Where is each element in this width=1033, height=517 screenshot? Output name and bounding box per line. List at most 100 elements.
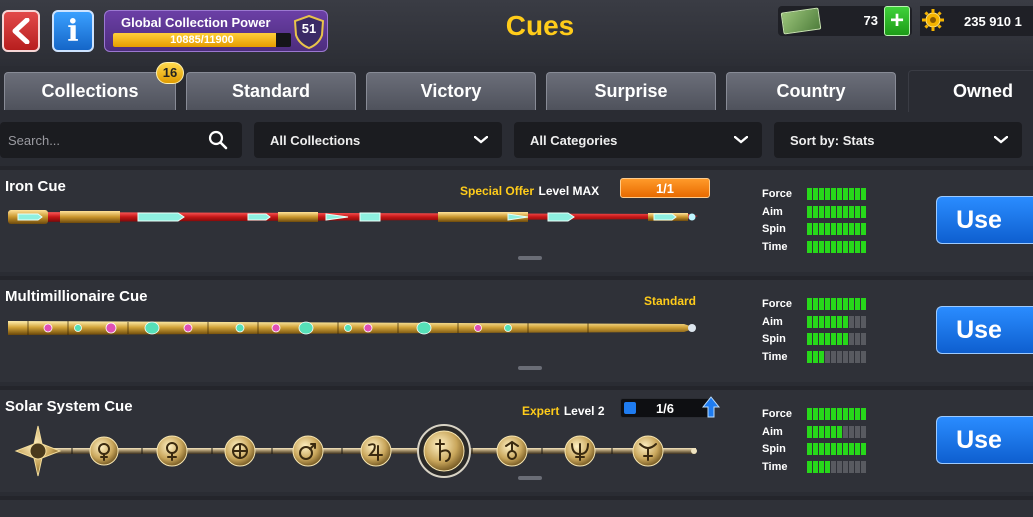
search-input[interactable] — [8, 130, 198, 150]
stat-segment — [813, 350, 818, 363]
use-button[interactable]: Use — [936, 416, 1033, 464]
coin-gear-icon — [922, 9, 944, 31]
stat-segment — [819, 350, 824, 363]
stat-segment — [825, 443, 830, 455]
stat-segment — [807, 333, 812, 345]
stat-segment — [813, 425, 818, 438]
stat-segment — [813, 333, 818, 345]
cue-tags: Standard — [644, 292, 696, 310]
collection-power-progress: 10885/11900 — [170, 34, 234, 46]
cue-tag: Expert — [522, 404, 560, 418]
search-icon[interactable] — [208, 130, 228, 150]
sun-icon — [14, 425, 62, 477]
spin-stat-bar — [807, 443, 866, 455]
tab-surprise[interactable]: Surprise — [546, 72, 716, 110]
stat-label-spin: Spin — [762, 443, 786, 455]
collection-dropdown[interactable]: All Collections — [254, 122, 502, 158]
cue-row[interactable]: Iron Cue Special Offer Level MAX 1/1 For… — [0, 166, 1033, 272]
cue-pieces-bar: 1/6 — [620, 398, 710, 418]
stat-segment — [831, 333, 836, 345]
collection-power-bar: 10885/11900 — [113, 33, 291, 47]
stat-segment — [825, 408, 830, 420]
upgrade-arrow-icon[interactable] — [702, 396, 720, 418]
drag-handle[interactable] — [518, 366, 542, 370]
cash-value: 73 — [863, 13, 878, 28]
stat-segment — [819, 315, 824, 328]
stat-segment — [813, 240, 818, 253]
spin-stat-bar — [807, 223, 866, 235]
stat-segment — [825, 240, 830, 253]
back-button[interactable] — [2, 10, 40, 52]
collection-power-title: Global Collection Power — [121, 15, 271, 30]
stat-segment — [825, 298, 830, 310]
stat-segment — [849, 443, 854, 455]
force-stat-bar — [807, 298, 866, 310]
add-cash-button[interactable]: + — [884, 6, 910, 36]
cue-tags: Special Offer Level MAX — [460, 182, 599, 200]
stat-segment — [843, 443, 848, 455]
stat-label-force: Force — [762, 298, 792, 310]
stat-segment — [849, 315, 854, 328]
stat-segment — [855, 223, 860, 235]
category-dropdown[interactable]: All Categories — [514, 122, 762, 158]
cue-row[interactable]: Multimillionaire Cue Standard Force Aim … — [0, 276, 1033, 382]
stat-segment — [819, 333, 824, 345]
tab-standard[interactable]: Standard — [186, 72, 356, 110]
stat-segment — [807, 315, 812, 328]
cue-tag: Standard — [644, 294, 697, 308]
stat-segment — [843, 223, 848, 235]
stat-segment — [819, 188, 824, 200]
stat-segment — [813, 315, 818, 328]
stat-segment — [813, 298, 818, 310]
cue-tag: Special Offer — [460, 184, 535, 198]
tab-owned[interactable]: Owned — [908, 70, 1033, 112]
stat-segment — [825, 188, 830, 200]
stat-label-aim: Aim — [762, 425, 783, 438]
stat-segment — [855, 240, 860, 253]
aim-stat-bar — [807, 315, 866, 328]
stat-label-time: Time — [762, 350, 788, 363]
spin-stat-bar — [807, 333, 866, 345]
chevron-left-icon — [12, 18, 30, 44]
next-cue-row-peek — [0, 496, 1033, 517]
use-button[interactable]: Use — [936, 196, 1033, 244]
tab-country[interactable]: Country — [726, 72, 896, 110]
stat-segment — [861, 240, 866, 253]
force-stat-bar — [807, 188, 866, 200]
stat-segment — [855, 315, 860, 328]
stat-segment — [819, 223, 824, 235]
use-button[interactable]: Use — [936, 306, 1033, 354]
stat-segment — [849, 333, 854, 345]
stat-segment — [831, 315, 836, 328]
stat-segment — [855, 443, 860, 455]
info-button[interactable]: i — [52, 10, 94, 52]
stat-segment — [831, 425, 836, 438]
stat-segment — [807, 298, 812, 310]
time-stat-bar — [807, 460, 866, 473]
stat-segment — [837, 188, 842, 200]
stat-segment — [861, 425, 866, 438]
cue-row[interactable]: Solar System Cue Expert Level 2 1/6 Forc… — [0, 386, 1033, 492]
stat-segment — [825, 350, 830, 363]
sort-dropdown[interactable]: Sort by: Stats — [774, 122, 1022, 158]
aim-stat-bar — [807, 205, 866, 218]
drag-handle[interactable] — [518, 476, 542, 480]
stat-segment — [837, 443, 842, 455]
stat-segment — [819, 425, 824, 438]
stat-segment — [855, 298, 860, 310]
level-shield-icon: 51 — [293, 14, 325, 50]
stat-segment — [819, 205, 824, 218]
stat-segment — [831, 460, 836, 473]
drag-handle[interactable] — [518, 256, 542, 260]
cue-pieces-bar: 1/1 — [620, 178, 710, 198]
tab-collections[interactable]: Collections — [4, 72, 176, 110]
stat-segment — [843, 298, 848, 310]
stat-segment — [831, 443, 836, 455]
stat-segment — [825, 315, 830, 328]
tab-victory[interactable]: Victory — [366, 72, 536, 110]
collection-power-panel[interactable]: Global Collection Power 10885/11900 51 — [104, 10, 328, 52]
stat-segment — [807, 460, 812, 473]
stat-segment — [819, 240, 824, 253]
stat-segment — [825, 223, 830, 235]
stat-segment — [843, 188, 848, 200]
